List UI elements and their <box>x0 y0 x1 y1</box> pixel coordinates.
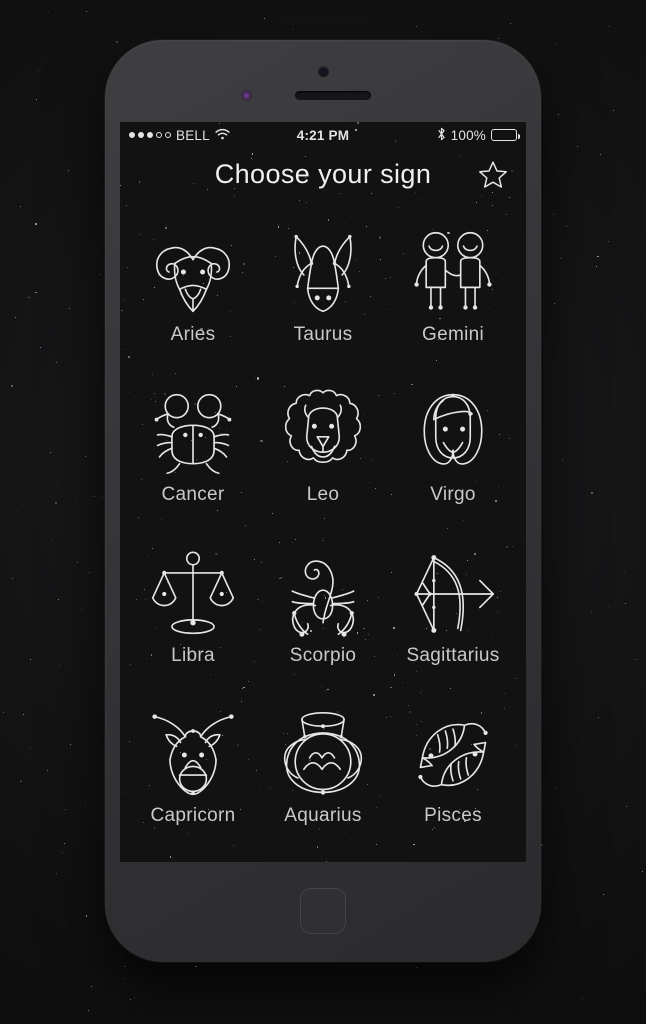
sign-label: Taurus <box>293 323 353 345</box>
scorpio-scorpion-icon <box>274 548 372 640</box>
bluetooth-icon <box>437 127 446 144</box>
taurus-bull-icon <box>274 227 372 319</box>
proximity-sensor-icon <box>241 90 252 101</box>
libra-scales-icon <box>144 548 242 640</box>
title-bar: Choose your sign <box>120 148 526 200</box>
virgo-maiden-icon <box>404 387 502 479</box>
signal-strength-icon <box>129 132 171 138</box>
earpiece-speaker-icon <box>295 91 371 100</box>
sign-cell-aries[interactable]: Aries <box>128 206 258 367</box>
sagittarius-bow-icon <box>404 548 502 640</box>
capricorn-goat-icon <box>144 708 242 800</box>
sign-label: Sagittarius <box>406 644 500 666</box>
gemini-twins-icon <box>404 227 502 319</box>
star-outline-icon <box>479 160 507 188</box>
sign-label: Virgo <box>430 484 476 506</box>
sign-cell-scorpio[interactable]: Scorpio <box>258 527 388 688</box>
battery-full-icon <box>491 129 520 141</box>
leo-lion-icon <box>274 387 372 479</box>
phone-device: BELL 4:21 PM 100% Choose your sign Aries… <box>105 40 541 962</box>
sign-cell-aquarius[interactable]: Aquarius <box>258 688 388 849</box>
sign-label: Libra <box>171 644 215 666</box>
wifi-icon <box>215 128 230 143</box>
front-camera-icon <box>317 66 329 77</box>
battery-percent-label: 100% <box>450 127 486 143</box>
sign-label: Gemini <box>422 323 484 345</box>
sign-label: Leo <box>306 484 340 506</box>
status-bar-right: 100% <box>437 127 520 144</box>
home-button[interactable] <box>300 888 346 934</box>
aries-ram-icon <box>144 227 242 319</box>
favorite-star-button[interactable] <box>476 157 510 191</box>
sign-cell-cancer[interactable]: Cancer <box>128 367 258 528</box>
carrier-label: BELL <box>176 127 210 143</box>
sign-cell-capricorn[interactable]: Capricorn <box>128 688 258 849</box>
gemini-cell[interactable]: Gemini <box>388 206 518 367</box>
aquarius-vessel-icon <box>274 708 372 800</box>
sign-cell-taurus[interactable]: Taurus <box>258 206 388 367</box>
zodiac-sign-grid: Aries Taurus Gemini Cancer Leo Virgo Lib… <box>120 200 526 860</box>
sign-cell-virgo[interactable]: Virgo <box>388 367 518 528</box>
status-bar-left: BELL <box>129 128 230 143</box>
sign-label: Aries <box>170 323 216 345</box>
page-title: Choose your sign <box>214 158 432 189</box>
sign-cell-leo[interactable]: Leo <box>258 367 388 528</box>
sign-cell-libra[interactable]: Libra <box>128 527 258 688</box>
sign-cell-pisces[interactable]: Pisces <box>388 688 518 849</box>
sign-label: Cancer <box>161 484 225 506</box>
sign-label: Aquarius <box>284 805 362 827</box>
sign-label: Pisces <box>424 805 482 827</box>
sign-label: Scorpio <box>289 644 357 666</box>
sign-cell-sagittarius[interactable]: Sagittarius <box>388 527 518 688</box>
phone-screen: BELL 4:21 PM 100% Choose your sign Aries… <box>120 122 526 862</box>
cancer-crab-icon <box>144 387 242 479</box>
sign-label: Capricorn <box>150 805 236 827</box>
pisces-fish-icon <box>404 708 502 800</box>
status-bar: BELL 4:21 PM 100% <box>120 122 526 148</box>
